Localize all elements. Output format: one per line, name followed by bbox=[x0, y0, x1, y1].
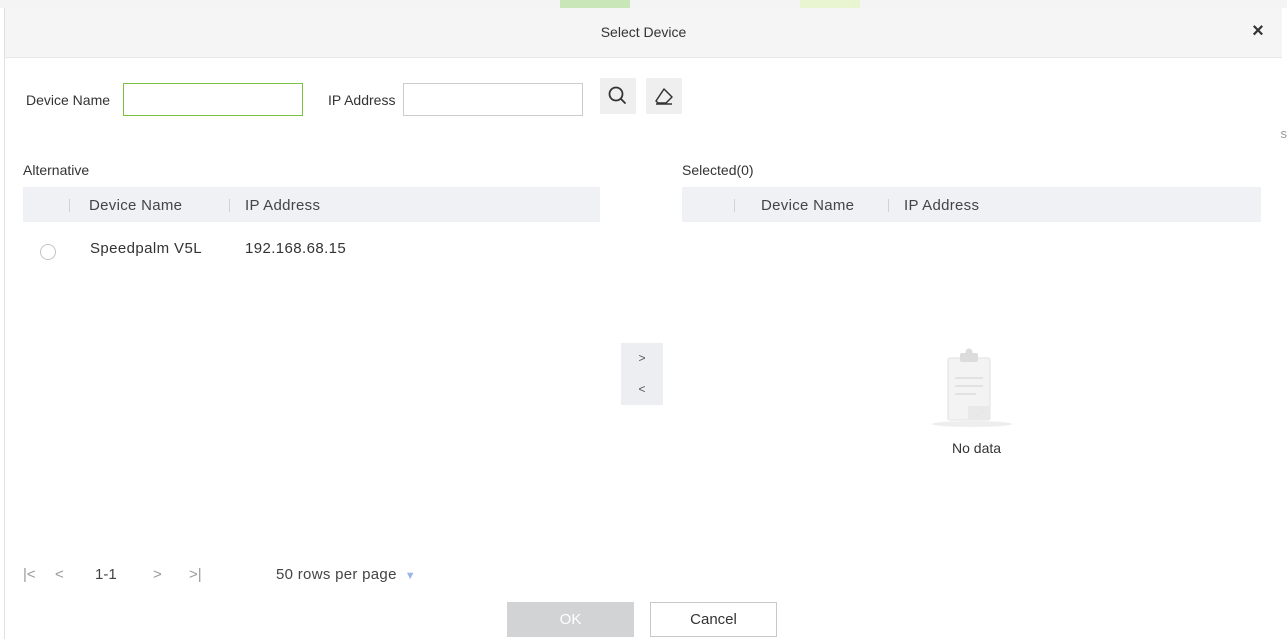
column-separator bbox=[888, 199, 889, 212]
move-right-button[interactable]: > bbox=[621, 343, 663, 374]
column-ip-address[interactable]: IP Address bbox=[245, 197, 320, 214]
ok-button[interactable]: OK bbox=[507, 602, 634, 637]
selected-label: Selected(0) bbox=[682, 162, 754, 178]
column-device-name[interactable]: Device Name bbox=[761, 197, 854, 214]
clear-button[interactable] bbox=[646, 78, 682, 114]
row-device-name: Speedpalm V5L bbox=[90, 240, 202, 257]
row-radio[interactable] bbox=[40, 244, 56, 260]
selected-grid-header: Device Name IP Address bbox=[682, 187, 1261, 222]
next-page-button[interactable]: > bbox=[153, 566, 162, 583]
row-ip-address: 192.168.68.15 bbox=[245, 240, 347, 257]
select-device-dialog: Select Device × Device Name IP Address A… bbox=[4, 8, 1282, 639]
prev-page-button[interactable]: < bbox=[55, 566, 64, 583]
dialog-titlebar: Select Device × bbox=[5, 8, 1282, 58]
eraser-icon bbox=[655, 88, 673, 105]
search-icon bbox=[608, 86, 626, 104]
move-left-button[interactable]: < bbox=[621, 374, 663, 405]
last-page-button[interactable]: >| bbox=[189, 566, 202, 583]
alternative-label: Alternative bbox=[23, 162, 90, 178]
dialog-title: Select Device bbox=[600, 24, 687, 40]
background-strip bbox=[0, 0, 1287, 8]
background-edge-glyph: s bbox=[1280, 126, 1287, 141]
rows-per-page-select[interactable]: 50 rows per page ▼ bbox=[276, 566, 416, 583]
ip-address-input[interactable] bbox=[403, 83, 583, 116]
ip-address-label: IP Address bbox=[328, 92, 396, 108]
empty-clipboard-icon bbox=[932, 348, 1012, 427]
search-button[interactable] bbox=[600, 78, 636, 114]
device-name-input[interactable] bbox=[123, 83, 303, 116]
close-icon[interactable]: × bbox=[1248, 21, 1268, 41]
cancel-button[interactable]: Cancel bbox=[650, 602, 777, 637]
background-decoration bbox=[800, 0, 860, 8]
caret-down-icon: ▼ bbox=[404, 570, 416, 582]
first-page-button[interactable]: |< bbox=[23, 566, 36, 583]
column-ip-address[interactable]: IP Address bbox=[904, 197, 979, 214]
background-decoration bbox=[560, 0, 630, 8]
column-separator bbox=[69, 199, 70, 212]
column-device-name[interactable]: Device Name bbox=[89, 197, 182, 214]
page-range: 1-1 bbox=[95, 566, 117, 583]
column-separator bbox=[229, 199, 230, 212]
device-name-label: Device Name bbox=[26, 92, 111, 108]
empty-state-text: No data bbox=[952, 440, 1002, 456]
alternative-grid-header: Device Name IP Address bbox=[23, 187, 600, 222]
column-separator bbox=[734, 199, 735, 212]
rows-per-page-label: 50 rows per page bbox=[276, 566, 397, 583]
